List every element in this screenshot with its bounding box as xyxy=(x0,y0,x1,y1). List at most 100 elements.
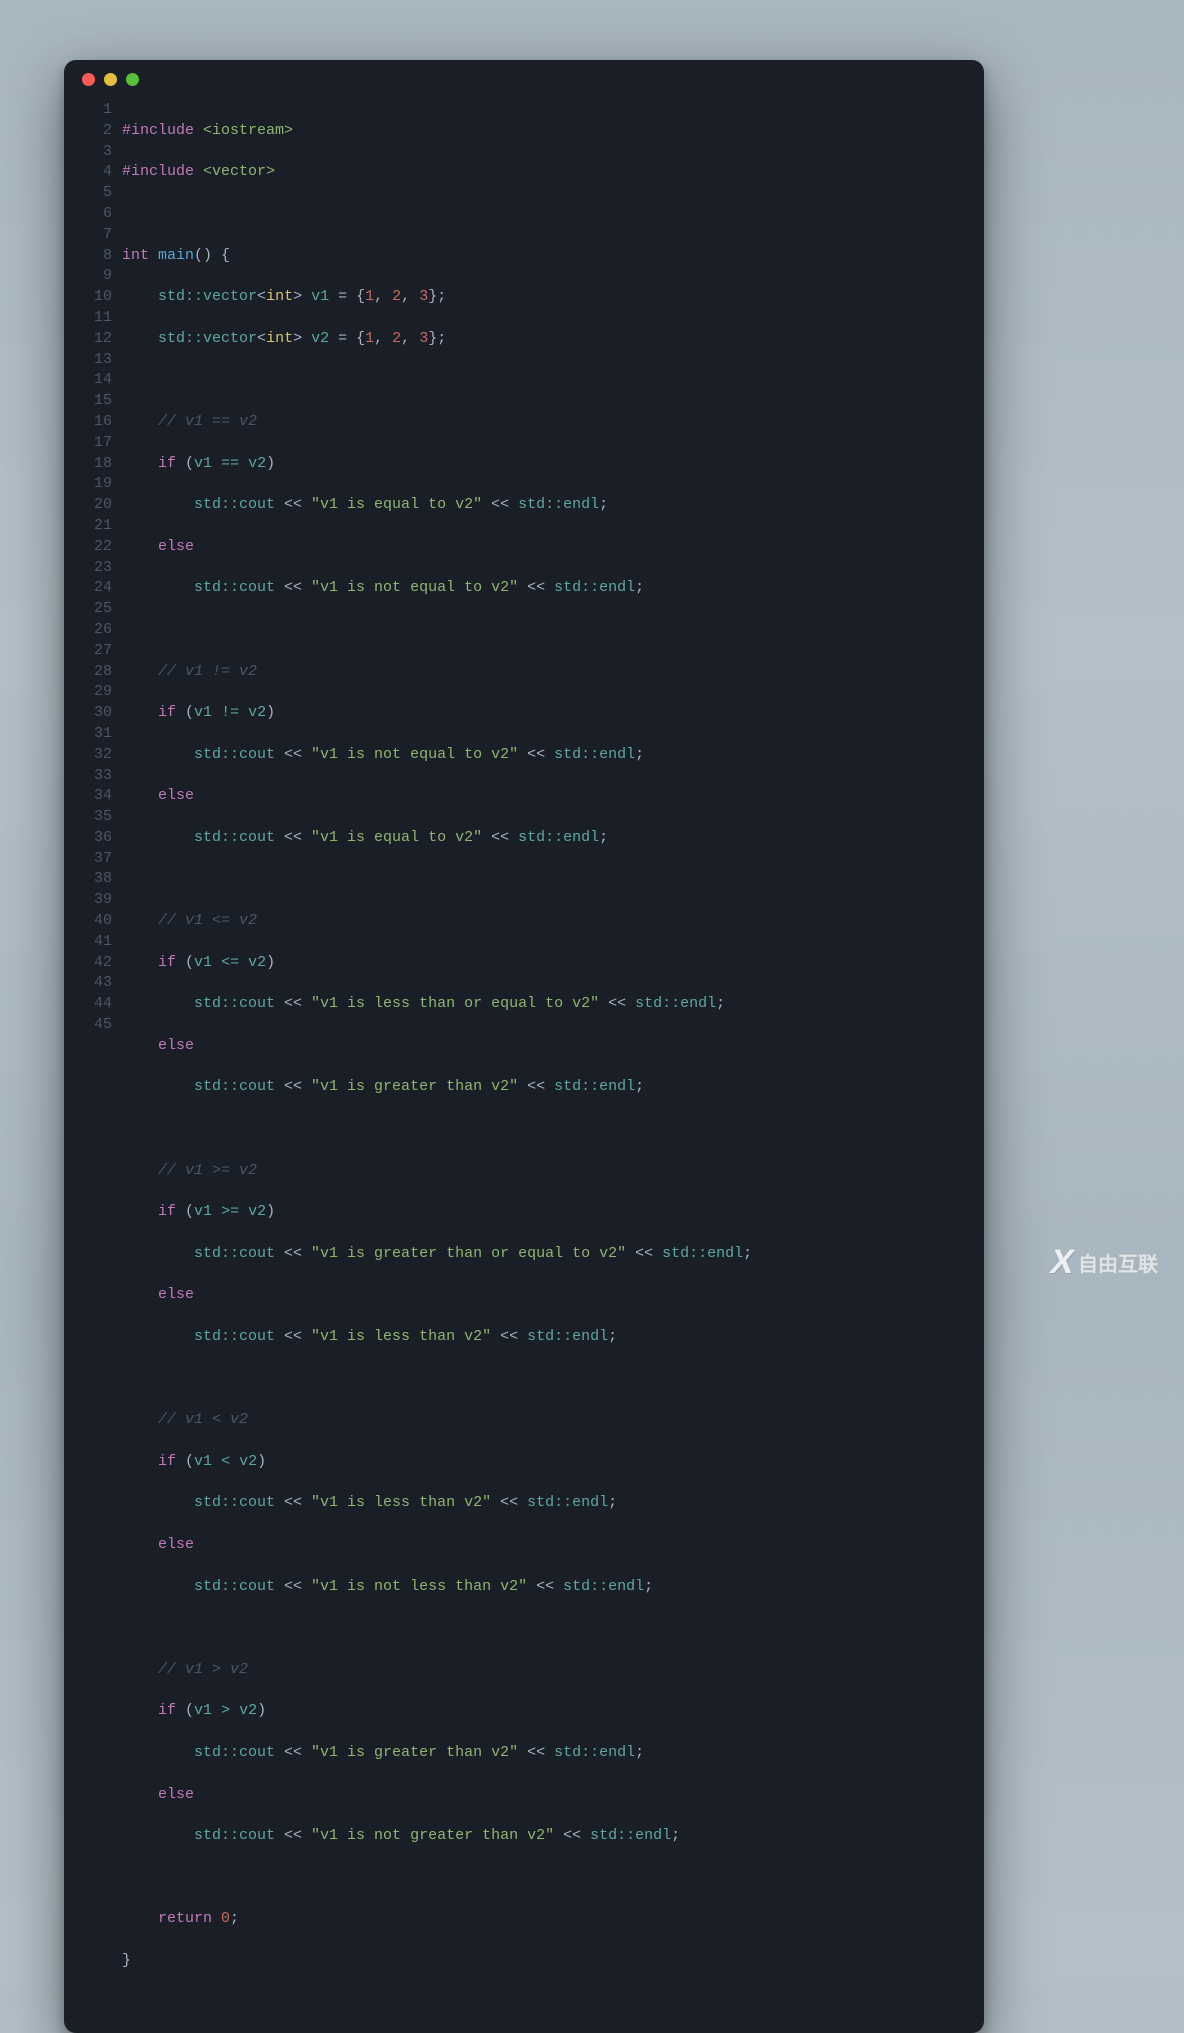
code-line: std::cout << "v1 is not less than v2" <<… xyxy=(122,1577,984,1598)
zoom-icon[interactable] xyxy=(126,73,139,86)
line-number: 32 xyxy=(64,745,112,766)
code-line: else xyxy=(122,1036,984,1057)
line-number: 23 xyxy=(64,558,112,579)
line-number: 17 xyxy=(64,433,112,454)
code-line: if (v1 < v2) xyxy=(122,1452,984,1473)
line-number: 44 xyxy=(64,994,112,1015)
code-line: std::cout << "v1 is equal to v2" << std:… xyxy=(122,828,984,849)
code-line: std::cout << "v1 is greater than v2" << … xyxy=(122,1077,984,1098)
code-line xyxy=(122,869,984,890)
code-line: std::cout << "v1 is less than v2" << std… xyxy=(122,1493,984,1514)
code-line: if (v1 <= v2) xyxy=(122,953,984,974)
line-number: 13 xyxy=(64,350,112,371)
code-line: // v1 <= v2 xyxy=(122,911,984,932)
code-line xyxy=(122,370,984,391)
close-icon[interactable] xyxy=(82,73,95,86)
code-line: std::cout << "v1 is greater than v2" << … xyxy=(122,1743,984,1764)
line-number: 24 xyxy=(64,578,112,599)
code-line xyxy=(122,620,984,641)
line-number: 25 xyxy=(64,599,112,620)
code-line: // v1 == v2 xyxy=(122,412,984,433)
line-number: 27 xyxy=(64,641,112,662)
code-content[interactable]: #include <iostream> #include <vector> in… xyxy=(122,100,984,2013)
line-number: 12 xyxy=(64,329,112,350)
code-line xyxy=(122,1618,984,1639)
code-line: #include <vector> xyxy=(122,162,984,183)
code-line: std::cout << "v1 is not equal to v2" << … xyxy=(122,578,984,599)
line-number: 20 xyxy=(64,495,112,516)
code-editor-window: 1234567891011121314151617181920212223242… xyxy=(64,60,984,2033)
line-number: 35 xyxy=(64,807,112,828)
line-number: 33 xyxy=(64,766,112,787)
line-number: 7 xyxy=(64,225,112,246)
code-line: else xyxy=(122,537,984,558)
line-number: 5 xyxy=(64,183,112,204)
code-line: std::cout << "v1 is less than or equal t… xyxy=(122,994,984,1015)
line-number: 14 xyxy=(64,370,112,391)
line-number: 45 xyxy=(64,1015,112,1036)
code-line xyxy=(122,204,984,225)
line-number: 40 xyxy=(64,911,112,932)
watermark: X 自由互联 xyxy=(1051,1243,1158,1282)
line-number: 19 xyxy=(64,474,112,495)
code-line: std::vector<int> v2 = {1, 2, 3}; xyxy=(122,329,984,350)
code-area: 1234567891011121314151617181920212223242… xyxy=(64,98,984,2013)
code-line: // v1 < v2 xyxy=(122,1410,984,1431)
line-number: 8 xyxy=(64,246,112,267)
code-line: #include <iostream> xyxy=(122,121,984,142)
code-line: std::vector<int> v1 = {1, 2, 3}; xyxy=(122,287,984,308)
line-number: 22 xyxy=(64,537,112,558)
line-number: 28 xyxy=(64,662,112,683)
line-number-gutter: 1234567891011121314151617181920212223242… xyxy=(64,100,122,2013)
line-number: 16 xyxy=(64,412,112,433)
line-number: 31 xyxy=(64,724,112,745)
line-number: 34 xyxy=(64,786,112,807)
code-line: return 0; xyxy=(122,1909,984,1930)
line-number: 37 xyxy=(64,849,112,870)
line-number: 30 xyxy=(64,703,112,724)
minimize-icon[interactable] xyxy=(104,73,117,86)
code-line: // v1 != v2 xyxy=(122,662,984,683)
code-line: std::cout << "v1 is greater than or equa… xyxy=(122,1244,984,1265)
line-number: 9 xyxy=(64,266,112,287)
code-line: std::cout << "v1 is not equal to v2" << … xyxy=(122,745,984,766)
code-line: int main() { xyxy=(122,246,984,267)
code-line: if (v1 == v2) xyxy=(122,454,984,475)
line-number: 21 xyxy=(64,516,112,537)
code-line: if (v1 >= v2) xyxy=(122,1202,984,1223)
line-number: 38 xyxy=(64,869,112,890)
code-line: std::cout << "v1 is less than v2" << std… xyxy=(122,1327,984,1348)
line-number: 43 xyxy=(64,973,112,994)
line-number: 36 xyxy=(64,828,112,849)
code-line: // v1 >= v2 xyxy=(122,1161,984,1182)
line-number: 42 xyxy=(64,953,112,974)
watermark-logo-icon: X xyxy=(1047,1243,1076,1282)
code-line xyxy=(122,1868,984,1889)
line-number: 18 xyxy=(64,454,112,475)
code-line: } xyxy=(122,1951,984,1972)
code-line: // v1 > v2 xyxy=(122,1660,984,1681)
code-line: if (v1 != v2) xyxy=(122,703,984,724)
line-number: 6 xyxy=(64,204,112,225)
line-number: 1 xyxy=(64,100,112,121)
code-line: else xyxy=(122,786,984,807)
line-number: 39 xyxy=(64,890,112,911)
code-line xyxy=(122,1369,984,1390)
line-number: 3 xyxy=(64,142,112,163)
code-line: std::cout << "v1 is equal to v2" << std:… xyxy=(122,495,984,516)
line-number: 11 xyxy=(64,308,112,329)
code-line: std::cout << "v1 is not greater than v2"… xyxy=(122,1826,984,1847)
line-number: 29 xyxy=(64,682,112,703)
line-number: 41 xyxy=(64,932,112,953)
code-line: else xyxy=(122,1785,984,1806)
line-number: 2 xyxy=(64,121,112,142)
line-number: 10 xyxy=(64,287,112,308)
code-line xyxy=(122,1119,984,1140)
line-number: 15 xyxy=(64,391,112,412)
window-titlebar xyxy=(64,60,984,98)
line-number: 4 xyxy=(64,162,112,183)
code-line: if (v1 > v2) xyxy=(122,1701,984,1722)
code-line: else xyxy=(122,1535,984,1556)
line-number: 26 xyxy=(64,620,112,641)
watermark-text: 自由互联 xyxy=(1078,1248,1158,1277)
